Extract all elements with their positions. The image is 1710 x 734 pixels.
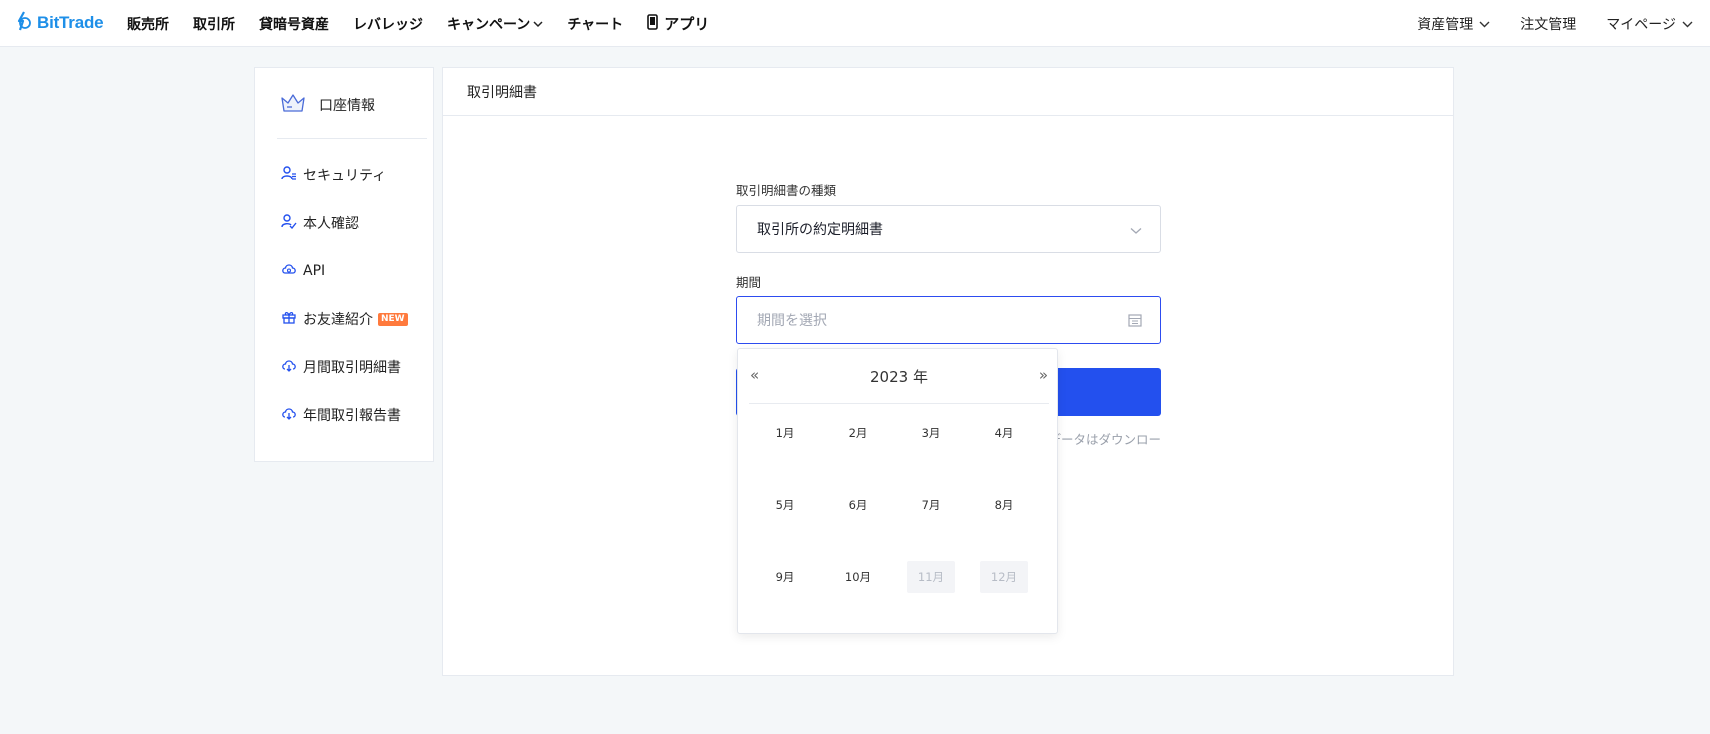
sidebar-item-label: 本人確認 — [303, 216, 359, 232]
month-cell-12: 12月 — [980, 561, 1028, 593]
sidebar-item-label: API — [303, 263, 326, 279]
statement-type-value: 取引所の約定明細書 — [757, 222, 883, 238]
sidebar: 口座情報 セキュリティ 本人確認 API お友達紹介 NEW 月間取引明細書 年… — [254, 67, 434, 462]
user-check-icon — [281, 213, 297, 233]
sidebar-divider — [277, 138, 427, 139]
nav-label: 販売所 — [127, 16, 169, 33]
cloud-download-icon — [281, 405, 297, 425]
month-cell-2[interactable]: 2月 — [834, 417, 882, 449]
nav-leverage[interactable]: レバレッジ — [353, 14, 423, 34]
new-badge: NEW — [378, 312, 408, 326]
sidebar-item-monthly-statement[interactable]: 月間取引明細書 — [281, 357, 401, 377]
sidebar-item-api[interactable]: API — [281, 261, 325, 281]
month-picker-header: « 2023 年 » — [749, 349, 1049, 404]
month-cell-9[interactable]: 9月 — [761, 561, 809, 593]
page-title: 取引明細書 — [443, 68, 1453, 116]
phone-icon — [647, 13, 658, 34]
sidebar-item-identity-verification[interactable]: 本人確認 — [281, 213, 359, 233]
chevron-down-icon — [1479, 16, 1490, 32]
bittrade-logo-icon — [13, 11, 33, 35]
nav-label: マイページ — [1606, 16, 1676, 33]
nav-lending[interactable]: 貸暗号資産 — [259, 14, 329, 34]
nav-label: チャート — [567, 16, 624, 33]
statement-type-label: 取引明細書の種類 — [736, 183, 837, 198]
month-cell-3[interactable]: 3月 — [907, 417, 955, 449]
chevron-down-icon — [1682, 16, 1693, 32]
month-cell-11: 11月 — [907, 561, 955, 593]
nav-order-management[interactable]: 注文管理 — [1520, 14, 1576, 34]
main-nav: 販売所 取引所 貸暗号資産 レバレッジ キャンペーン チャート アプリ — [127, 0, 733, 47]
month-cell-8[interactable]: 8月 — [980, 489, 1028, 521]
nav-label: 貸暗号資産 — [259, 16, 329, 33]
sidebar-item-label: 月間取引明細書 — [303, 360, 401, 376]
statement-type-select[interactable]: 取引所の約定明細書 — [736, 205, 1161, 253]
brand-name: BitTrade — [37, 13, 104, 32]
sidebar-item-annual-report[interactable]: 年間取引報告書 — [281, 405, 401, 425]
month-cell-1[interactable]: 1月 — [761, 417, 809, 449]
cloud-link-icon — [281, 261, 297, 281]
nav-asset-management[interactable]: 資産管理 — [1417, 14, 1490, 34]
period-placeholder: 期間を選択 — [757, 313, 827, 329]
nav-campaign[interactable]: キャンペーン — [447, 14, 543, 34]
brand-logo[interactable]: BitTrade — [13, 11, 104, 35]
nav-label: 資産管理 — [1417, 16, 1474, 33]
crown-icon — [280, 92, 306, 118]
month-picker: « 2023 年 » 1月 2月 3月 4月 5月 6月 7月 8月 9月 10… — [737, 348, 1058, 634]
nav-label: 取引所 — [193, 16, 235, 33]
nav-label: キャンペーン — [447, 16, 531, 33]
nav-app[interactable]: アプリ — [647, 13, 709, 34]
chevron-down-icon — [1130, 223, 1142, 239]
nav-label: 注文管理 — [1520, 16, 1577, 33]
month-cell-4[interactable]: 4月 — [980, 417, 1028, 449]
nav-label: レバレッジ — [353, 16, 423, 33]
period-label: 期間 — [736, 275, 762, 290]
next-year-button[interactable]: » — [1039, 366, 1048, 384]
user-shield-icon — [281, 165, 297, 185]
month-cell-5[interactable]: 5月 — [761, 489, 809, 521]
chevron-down-icon — [533, 16, 543, 32]
nav-sales[interactable]: 販売所 — [127, 14, 169, 34]
sidebar-item-security[interactable]: セキュリティ — [281, 165, 386, 185]
nav-my-page[interactable]: マイページ — [1606, 14, 1693, 34]
account-nav: 資産管理 注文管理 マイページ — [1387, 0, 1693, 47]
calendar-icon — [1128, 313, 1142, 331]
sidebar-item-label: 年間取引報告書 — [303, 408, 401, 424]
sidebar-account-info[interactable]: 口座情報 — [280, 92, 375, 118]
period-input[interactable]: 期間を選択 — [736, 296, 1161, 344]
sidebar-item-referral[interactable]: お友達紹介 NEW — [281, 309, 408, 329]
gift-icon — [281, 309, 297, 329]
month-cell-7[interactable]: 7月 — [907, 489, 955, 521]
month-cell-6[interactable]: 6月 — [834, 489, 882, 521]
sidebar-item-label: お友達紹介 — [303, 312, 373, 328]
nav-exchange[interactable]: 取引所 — [193, 14, 235, 34]
cloud-download-icon — [281, 357, 297, 377]
picker-year[interactable]: 2023 年 — [749, 366, 1049, 387]
sidebar-item-label: セキュリティ — [303, 168, 387, 184]
nav-chart[interactable]: チャート — [567, 14, 623, 34]
sidebar-header-label: 口座情報 — [319, 98, 375, 114]
month-cell-10[interactable]: 10月 — [834, 561, 882, 593]
top-navbar: BitTrade 販売所 取引所 貸暗号資産 レバレッジ キャンペーン チャート… — [0, 0, 1710, 47]
nav-label: アプリ — [664, 15, 710, 33]
